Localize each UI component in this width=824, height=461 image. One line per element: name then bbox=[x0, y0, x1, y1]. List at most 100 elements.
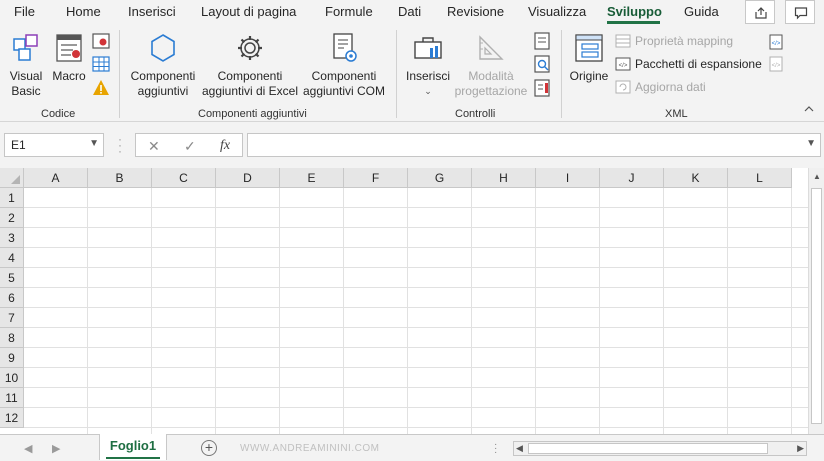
column-header-h[interactable]: H bbox=[472, 168, 536, 188]
tab-file[interactable]: File bbox=[14, 4, 35, 19]
sheet-tab-foglio1[interactable]: Foglio1 bbox=[99, 434, 167, 460]
tab-layout-di-pagina[interactable]: Layout di pagina bbox=[201, 4, 296, 19]
add-ins-button[interactable]: Componenti aggiuntivi bbox=[126, 31, 200, 99]
macro-button[interactable]: Macro bbox=[50, 31, 88, 84]
add-sheet-button[interactable]: + bbox=[201, 440, 217, 456]
share-icon bbox=[755, 7, 767, 19]
tab-formule[interactable]: Formule bbox=[325, 4, 373, 19]
row-header-5[interactable]: 5 bbox=[0, 268, 24, 288]
design-mode-button[interactable]: Modalità progettazione bbox=[452, 31, 530, 99]
record-macro-icon[interactable] bbox=[92, 32, 110, 50]
row-header-11[interactable]: 11 bbox=[0, 388, 24, 408]
visual-basic-button[interactable]: Visual Basic bbox=[6, 31, 46, 99]
visual-basic-icon bbox=[13, 34, 38, 61]
tab-sviluppo[interactable]: Sviluppo bbox=[607, 4, 662, 19]
row-header-2[interactable]: 2 bbox=[0, 208, 24, 228]
column-header-g[interactable]: G bbox=[408, 168, 472, 188]
comments-button[interactable] bbox=[785, 0, 815, 24]
scroll-right-icon[interactable]: ▶ bbox=[797, 443, 804, 454]
add-ins-label-2: aggiuntivi bbox=[137, 84, 189, 98]
tab-guida[interactable]: Guida bbox=[684, 4, 719, 19]
tab-dati[interactable]: Dati bbox=[398, 4, 421, 19]
column-header-f[interactable]: F bbox=[344, 168, 408, 188]
design-mode-icon bbox=[479, 35, 504, 60]
expansion-packs-button[interactable]: </> Pacchetti di espansione bbox=[615, 56, 762, 72]
column-header-c[interactable]: C bbox=[152, 168, 216, 188]
xml-source-icon bbox=[575, 34, 603, 62]
grid-row-line bbox=[24, 387, 808, 388]
excel-add-ins-button[interactable]: Componenti aggiuntivi di Excel bbox=[200, 31, 300, 99]
grid-row-line bbox=[24, 287, 808, 288]
view-code-icon[interactable] bbox=[533, 55, 551, 73]
scroll-up-icon[interactable]: ▲ bbox=[813, 172, 821, 181]
add-ins-label-1: Componenti bbox=[130, 69, 196, 83]
excel-add-ins-label-1: Componenti bbox=[217, 69, 283, 83]
worksheet-grid[interactable]: A B C D E F G H I J K L 1 2 3 4 5 6 7 8 9 10 11 12 bbox=[0, 168, 808, 434]
formula-input[interactable]: ▼ bbox=[247, 133, 821, 157]
formula-buttons: ✕ ✓ fx bbox=[135, 133, 243, 157]
insert-control-button[interactable]: Inserisci ⌄ bbox=[403, 31, 453, 99]
macro-security-warning-icon[interactable] bbox=[92, 79, 110, 97]
column-header-l[interactable]: L bbox=[728, 168, 792, 188]
insert-function-icon[interactable]: fx bbox=[220, 138, 230, 154]
select-all-button[interactable] bbox=[0, 168, 24, 188]
drag-handle-icon[interactable]: · · · bbox=[118, 133, 122, 157]
run-dialog-icon[interactable] bbox=[533, 79, 551, 97]
confirm-icon[interactable]: ✓ bbox=[184, 138, 196, 155]
column-header-i[interactable]: I bbox=[536, 168, 600, 188]
row-header-4[interactable]: 4 bbox=[0, 248, 24, 268]
column-header-b[interactable]: B bbox=[88, 168, 152, 188]
tab-revisione[interactable]: Revisione bbox=[447, 4, 504, 19]
xml-export-icon[interactable]: </> bbox=[767, 55, 785, 73]
column-header-d[interactable]: D bbox=[216, 168, 280, 188]
cancel-icon[interactable]: ✕ bbox=[148, 138, 160, 155]
row-header-12[interactable]: 12 bbox=[0, 408, 24, 428]
xml-import-icon[interactable]: </> bbox=[767, 33, 785, 51]
comment-icon bbox=[794, 7, 808, 20]
prev-sheet-icon[interactable]: ◀ bbox=[24, 442, 32, 455]
grid-row-line bbox=[24, 247, 808, 248]
row-header-9[interactable]: 9 bbox=[0, 348, 24, 368]
grid-row-line bbox=[24, 347, 808, 348]
properties-icon[interactable] bbox=[533, 32, 551, 50]
vertical-scroll-thumb[interactable] bbox=[811, 188, 822, 424]
row-header-1[interactable]: 1 bbox=[0, 188, 24, 208]
xml-source-button[interactable]: Origine bbox=[566, 31, 612, 84]
horizontal-scroll-thumb[interactable] bbox=[528, 443, 768, 454]
com-add-ins-button[interactable]: Componenti aggiuntivi COM bbox=[300, 31, 388, 99]
column-header-j[interactable]: J bbox=[600, 168, 664, 188]
vertical-scrollbar[interactable]: ▲ bbox=[808, 168, 824, 434]
macro-label: Macro bbox=[52, 69, 86, 83]
chevron-down-icon[interactable]: ▼ bbox=[806, 138, 816, 149]
row-header-7[interactable]: 7 bbox=[0, 308, 24, 328]
row-header-10[interactable]: 10 bbox=[0, 368, 24, 388]
row-header-8[interactable]: 8 bbox=[0, 328, 24, 348]
svg-text:</>: </> bbox=[619, 63, 628, 69]
expansion-packs-label: Pacchetti di espansione bbox=[635, 57, 762, 71]
collapse-ribbon-icon[interactable] bbox=[804, 105, 814, 113]
grid-column-line bbox=[471, 188, 472, 434]
grid-column-line bbox=[215, 188, 216, 434]
tab-inserisci[interactable]: Inserisci bbox=[128, 4, 176, 19]
next-sheet-icon[interactable]: ▶ bbox=[52, 442, 60, 455]
refresh-data-button[interactable]: Aggiorna dati bbox=[615, 79, 706, 95]
name-box[interactable]: E1 ▼ bbox=[4, 133, 104, 157]
column-header-e[interactable]: E bbox=[280, 168, 344, 188]
column-header-a[interactable]: A bbox=[24, 168, 88, 188]
row-header-6[interactable]: 6 bbox=[0, 288, 24, 308]
share-button[interactable] bbox=[745, 0, 775, 24]
group-label-componenti: Componenti aggiuntivi bbox=[198, 108, 307, 120]
sheet-tabs-bar: ◀ ▶ Foglio1 + WWW.ANDREAMININI.COM · · · ◀… bbox=[0, 434, 824, 461]
tab-visualizza[interactable]: Visualizza bbox=[528, 4, 586, 19]
column-header-k[interactable]: K bbox=[664, 168, 728, 188]
relative-references-icon[interactable] bbox=[92, 55, 110, 73]
chevron-down-icon[interactable]: ▼ bbox=[89, 138, 99, 149]
tab-home[interactable]: Home bbox=[66, 4, 101, 19]
grid-column-line bbox=[343, 188, 344, 434]
row-header-3[interactable]: 3 bbox=[0, 228, 24, 248]
scroll-left-icon[interactable]: ◀ bbox=[516, 443, 523, 454]
horizontal-scrollbar[interactable]: ◀ ▶ bbox=[513, 441, 807, 456]
split-handle-icon[interactable]: · · · bbox=[494, 440, 497, 458]
map-properties-button[interactable]: Proprietà mapping bbox=[615, 33, 733, 49]
macro-icon bbox=[56, 34, 82, 62]
